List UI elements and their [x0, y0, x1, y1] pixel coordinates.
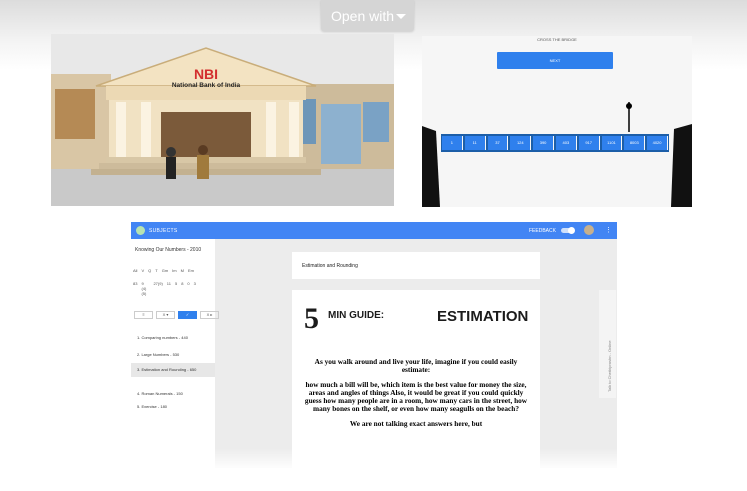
app-topbar: SUBJECTS FEEDBACK ⋮ [131, 222, 617, 239]
stat-value: 11 [166, 281, 171, 286]
expand-button[interactable]: X ▸ [200, 311, 219, 319]
stat-value: 5 [174, 281, 178, 286]
chat-side-tab-label: Talk to Chetbiprashn - Online [607, 340, 612, 392]
chevron-down-icon [396, 14, 406, 19]
stat-header: T [155, 268, 158, 273]
stat-header: Gm [161, 268, 169, 273]
more-icon[interactable]: ⋮ [605, 226, 612, 234]
bank-thumbnail[interactable]: NBI National Bank of India [51, 34, 394, 206]
avatar[interactable] [584, 225, 594, 235]
sidebar-item[interactable]: 1. Comparing numbers - 440 [131, 331, 215, 345]
stat-value: 27(9) [153, 281, 163, 286]
bridge-segment[interactable]: 4020 [647, 136, 668, 150]
number-bridge: 1 11 37 124 390 403 917 1101 8003 4020 [441, 134, 669, 152]
bridge-segment[interactable]: 403 [555, 136, 577, 150]
bottom-fade [131, 448, 617, 468]
content-title-card: Estimation and Rounding [292, 252, 540, 279]
open-with-label: Open with [331, 8, 395, 24]
bridge-segment[interactable]: 124 [510, 136, 532, 150]
open-with-button[interactable]: Open with [321, 0, 414, 31]
doc-body: As you walk around and live your life, i… [302, 357, 530, 428]
stat-value: 3 [193, 281, 196, 286]
check-button[interactable]: ✓ [178, 311, 197, 319]
bank-sign: NBI National Bank of India [131, 66, 281, 90]
toggle-switch[interactable] [561, 227, 575, 234]
app-logo-icon[interactable] [136, 226, 145, 235]
bridge-segment[interactable]: 11 [464, 136, 486, 150]
stats-header-row: All V Q T Gm Im M Em [133, 268, 194, 273]
app-thumbnail[interactable]: SUBJECTS FEEDBACK ⋮ Knowing Our Numbers … [131, 222, 617, 468]
bridge-segment[interactable]: 37 [487, 136, 509, 150]
content-title: Estimation and Rounding [302, 263, 358, 269]
stat-value: 9 (4)(5) [141, 281, 147, 296]
stat-value: 8 [181, 281, 184, 286]
filter-dropdown-button[interactable]: X ▾ [156, 311, 175, 319]
bridge-thumbnail[interactable]: CROSS THE BRIDGE NEXT 1 11 37 124 390 40… [422, 36, 692, 207]
document-page: 5 MIN GUIDE: ESTIMATION As you walk arou… [292, 290, 540, 468]
bridge-segment[interactable]: 1 [442, 136, 463, 150]
stat-header: V [141, 268, 145, 273]
list-button[interactable]: ≡ [134, 311, 153, 319]
stat-value: 0 [187, 281, 190, 286]
doc-heading: ESTIMATION [437, 308, 529, 325]
stat-header: Em [187, 268, 194, 273]
stat-header: Im [172, 268, 177, 273]
bridge-segment[interactable]: 8003 [624, 136, 646, 150]
doc-paragraph: As you walk around and live your life, i… [314, 357, 518, 375]
sidebar-item[interactable]: 4. Roman Numerals - 150 [131, 387, 215, 401]
sidebar-item[interactable]: 5. Exercise - 180 [131, 400, 215, 414]
doc-paragraph: We are not talking exact answers here, b… [349, 418, 483, 428]
sidebar-item[interactable]: 2. Large Numbers - 530 [131, 348, 215, 362]
filter-buttons: ≡ X ▾ ✓ X ▸ [134, 311, 219, 319]
stats-value-row: 83 9 (4)(5) 27(9) 11 5 8 0 3 [133, 281, 196, 296]
chapter-title: Knowing Our Numbers - 2010 [135, 247, 202, 253]
stat-header: M [180, 268, 184, 273]
bridge-scene [422, 102, 692, 207]
stat-value: 83 [133, 281, 138, 286]
stat-header: Q [148, 268, 152, 273]
feedback-link[interactable]: FEEDBACK [529, 228, 556, 234]
stat-header: All [133, 268, 138, 273]
bridge-segment[interactable]: 917 [578, 136, 600, 150]
doc-number: 5 [304, 302, 319, 335]
bridge-segment[interactable]: 1101 [601, 136, 623, 150]
bank-sign-name: National Bank of India [171, 82, 241, 89]
bank-sign-letters: NBI [193, 66, 219, 82]
sidebar-item-active[interactable]: 3. Estimation and Rounding - 650 [131, 363, 215, 377]
doc-paragraph: how much a bill will be, which item is t… [304, 379, 528, 414]
subjects-link[interactable]: SUBJECTS [149, 228, 178, 234]
doc-subtitle: MIN GUIDE: [328, 310, 385, 321]
bridge-segment[interactable]: 390 [533, 136, 554, 150]
app-sidebar: Knowing Our Numbers - 2010 All V Q T Gm … [131, 239, 219, 468]
bank-illustration [51, 34, 394, 206]
